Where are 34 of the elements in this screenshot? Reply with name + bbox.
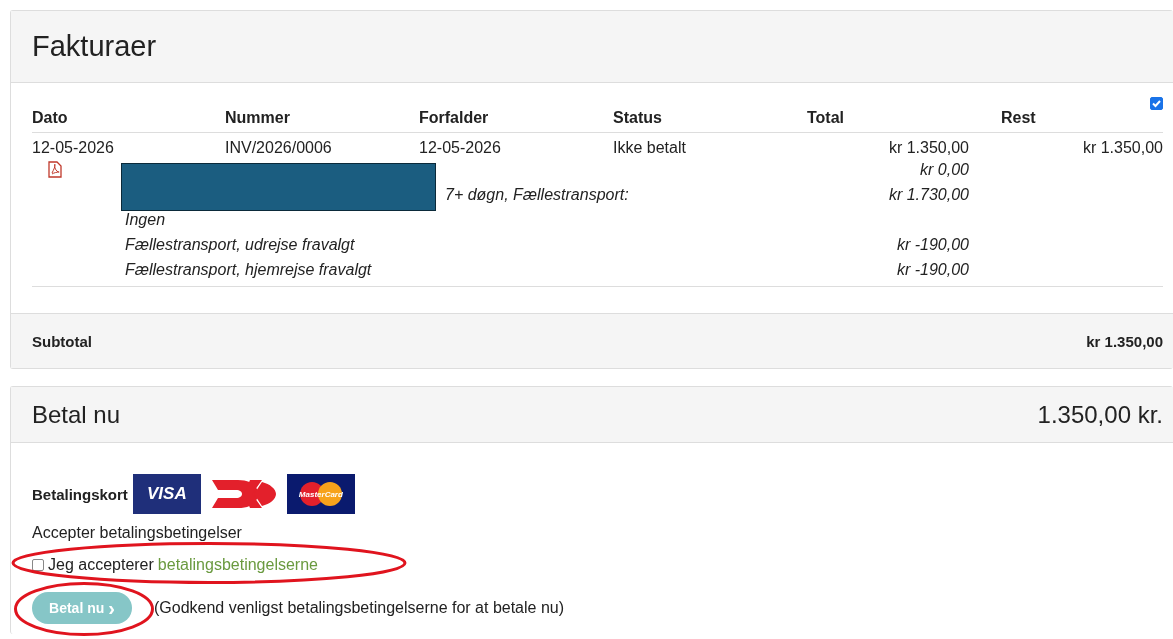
accept-checkbox[interactable] [32, 559, 44, 571]
table-cell: INV/2026/0006 [225, 139, 332, 156]
line-amount: kr -190,00 [896, 261, 969, 278]
panel-title: Betal nu [32, 400, 121, 429]
line-description: 7+ døgn, Fællestransport: [444, 186, 629, 203]
column-header: Status [613, 109, 662, 126]
table-cell: Ikke betalt [613, 139, 686, 156]
line-amount: kr -190,00 [896, 236, 969, 253]
column-header: Forfalder [419, 109, 489, 126]
table-cell: 12-05-2026 [32, 139, 114, 156]
line-amount: kr 0,00 [920, 161, 969, 178]
pdf-icon[interactable] [48, 161, 62, 178]
column-header: Total [807, 109, 845, 126]
amount-due: 1.350,00 kr. [1037, 400, 1163, 429]
cards-label: Betalingskort [32, 485, 128, 503]
terms-link[interactable]: betalingsbetingelserne [157, 556, 318, 574]
column-header: Rest [1001, 109, 1036, 126]
terms-note: (Godkend venligst betalingsbetingelserne for at betale nu) [154, 599, 565, 617]
line-description: Fællestransport, hjemrejse fravalgt [125, 261, 372, 278]
table-cell: kr 1.350,00 [1082, 139, 1163, 156]
column-header: Dato [32, 109, 68, 126]
line-amount: kr 1.730,00 [888, 186, 969, 203]
panel-title: Fakturaer [32, 30, 157, 63]
table-cell: kr 1.350,00 [888, 139, 969, 156]
terms-heading: Accepter betalingsbetingelser [32, 524, 243, 542]
column-header: Nummer [225, 109, 290, 126]
visa-logo: VISA [132, 474, 201, 514]
line-description: Fællestransport, udrejse fravalgt [125, 236, 355, 253]
table-cell: 12-05-2026 [419, 139, 501, 156]
subtotal-label: Subtotal [32, 332, 92, 350]
line-description: Ingen [125, 211, 166, 228]
subtotal-value: kr 1.350,00 [1086, 332, 1163, 350]
accept-label: Jeg accepterer [48, 556, 154, 574]
select-all-checkbox[interactable] [1150, 97, 1163, 110]
